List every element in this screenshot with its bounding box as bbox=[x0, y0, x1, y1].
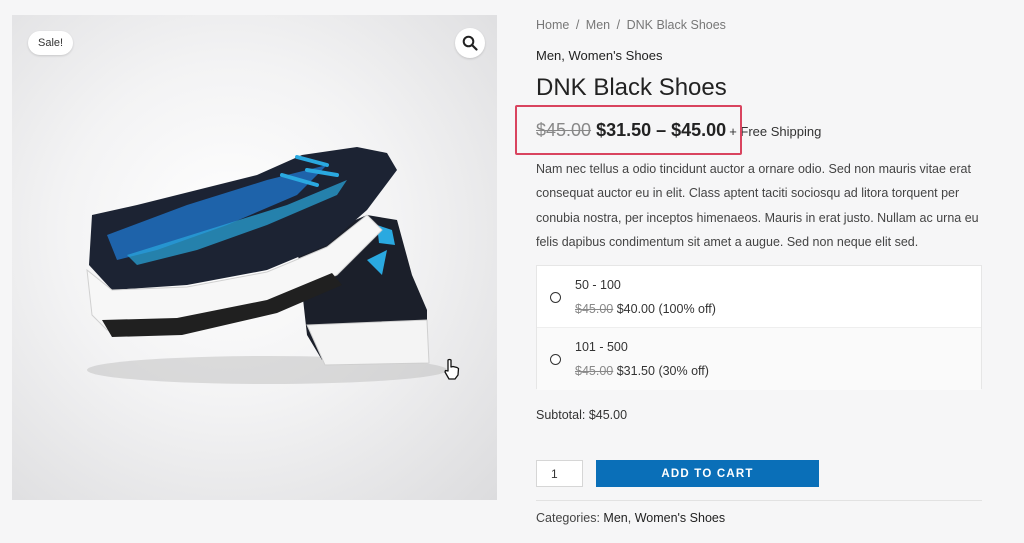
tier-option[interactable]: 101 - 500 $45.00 $31.50 (30% off) bbox=[537, 328, 981, 390]
tier-discount: (30% off) bbox=[658, 364, 709, 378]
sale-badge: Sale! bbox=[28, 31, 74, 55]
shipping-note: + Free Shipping bbox=[729, 124, 822, 139]
breadcrumb-home-link[interactable]: Home bbox=[536, 18, 569, 32]
category-link-womens-shoes[interactable]: Women's Shoes bbox=[635, 511, 725, 525]
category-link-men[interactable]: Men bbox=[603, 511, 627, 525]
price-highlight-annotation bbox=[515, 105, 742, 155]
breadcrumb-current: DNK Black Shoes bbox=[626, 18, 726, 32]
tier-new-price: $31.50 bbox=[616, 364, 655, 378]
product-description: Nam nec tellus a odio tincidunt auctor a… bbox=[536, 162, 979, 250]
tier-radio[interactable] bbox=[550, 354, 561, 365]
product-gallery: Sale! bbox=[12, 15, 497, 500]
product-categories-bottom: Categories: Men, Women's Shoes bbox=[536, 511, 725, 525]
product-image[interactable] bbox=[67, 135, 467, 405]
quantity-input[interactable] bbox=[536, 460, 583, 487]
tier-old-price: $45.00 bbox=[575, 364, 614, 378]
categories-label: Categories: bbox=[536, 511, 600, 525]
tier-new-price: $40.00 bbox=[616, 302, 655, 316]
tier-price: $45.00 $31.50 (30% off) bbox=[575, 364, 709, 378]
tier-range: 50 - 100 bbox=[575, 278, 621, 292]
zoom-button[interactable] bbox=[455, 28, 485, 58]
tier-range: 101 - 500 bbox=[575, 340, 628, 354]
tier-radio[interactable] bbox=[550, 292, 561, 303]
categories-comma: , bbox=[627, 511, 635, 525]
subtotal: Subtotal: $45.00 bbox=[536, 408, 628, 422]
add-to-cart-button[interactable]: ADD TO CART bbox=[596, 460, 819, 487]
product-page: Sale! Home / Men / DNK Black Shoes Men, … bbox=[0, 0, 1024, 543]
breadcrumb-separator: / bbox=[616, 18, 621, 32]
search-icon bbox=[462, 35, 478, 51]
tier-price: $45.00 $40.00 (100% off) bbox=[575, 302, 716, 316]
breadcrumb: Home / Men / DNK Black Shoes bbox=[536, 18, 726, 32]
divider bbox=[536, 500, 982, 501]
breadcrumb-separator: / bbox=[575, 18, 580, 32]
tier-old-price: $45.00 bbox=[575, 302, 614, 316]
hand-cursor-icon bbox=[444, 358, 460, 380]
quantity-tier-options: 50 - 100 $45.00 $40.00 (100% off) 101 - … bbox=[536, 265, 982, 390]
tier-option[interactable]: 50 - 100 $45.00 $40.00 (100% off) bbox=[537, 266, 981, 328]
product-title: DNK Black Shoes bbox=[536, 74, 727, 101]
breadcrumb-men-link[interactable]: Men bbox=[586, 18, 610, 32]
tier-discount: (100% off) bbox=[658, 302, 716, 316]
product-categories-top[interactable]: Men, Women's Shoes bbox=[536, 48, 663, 63]
